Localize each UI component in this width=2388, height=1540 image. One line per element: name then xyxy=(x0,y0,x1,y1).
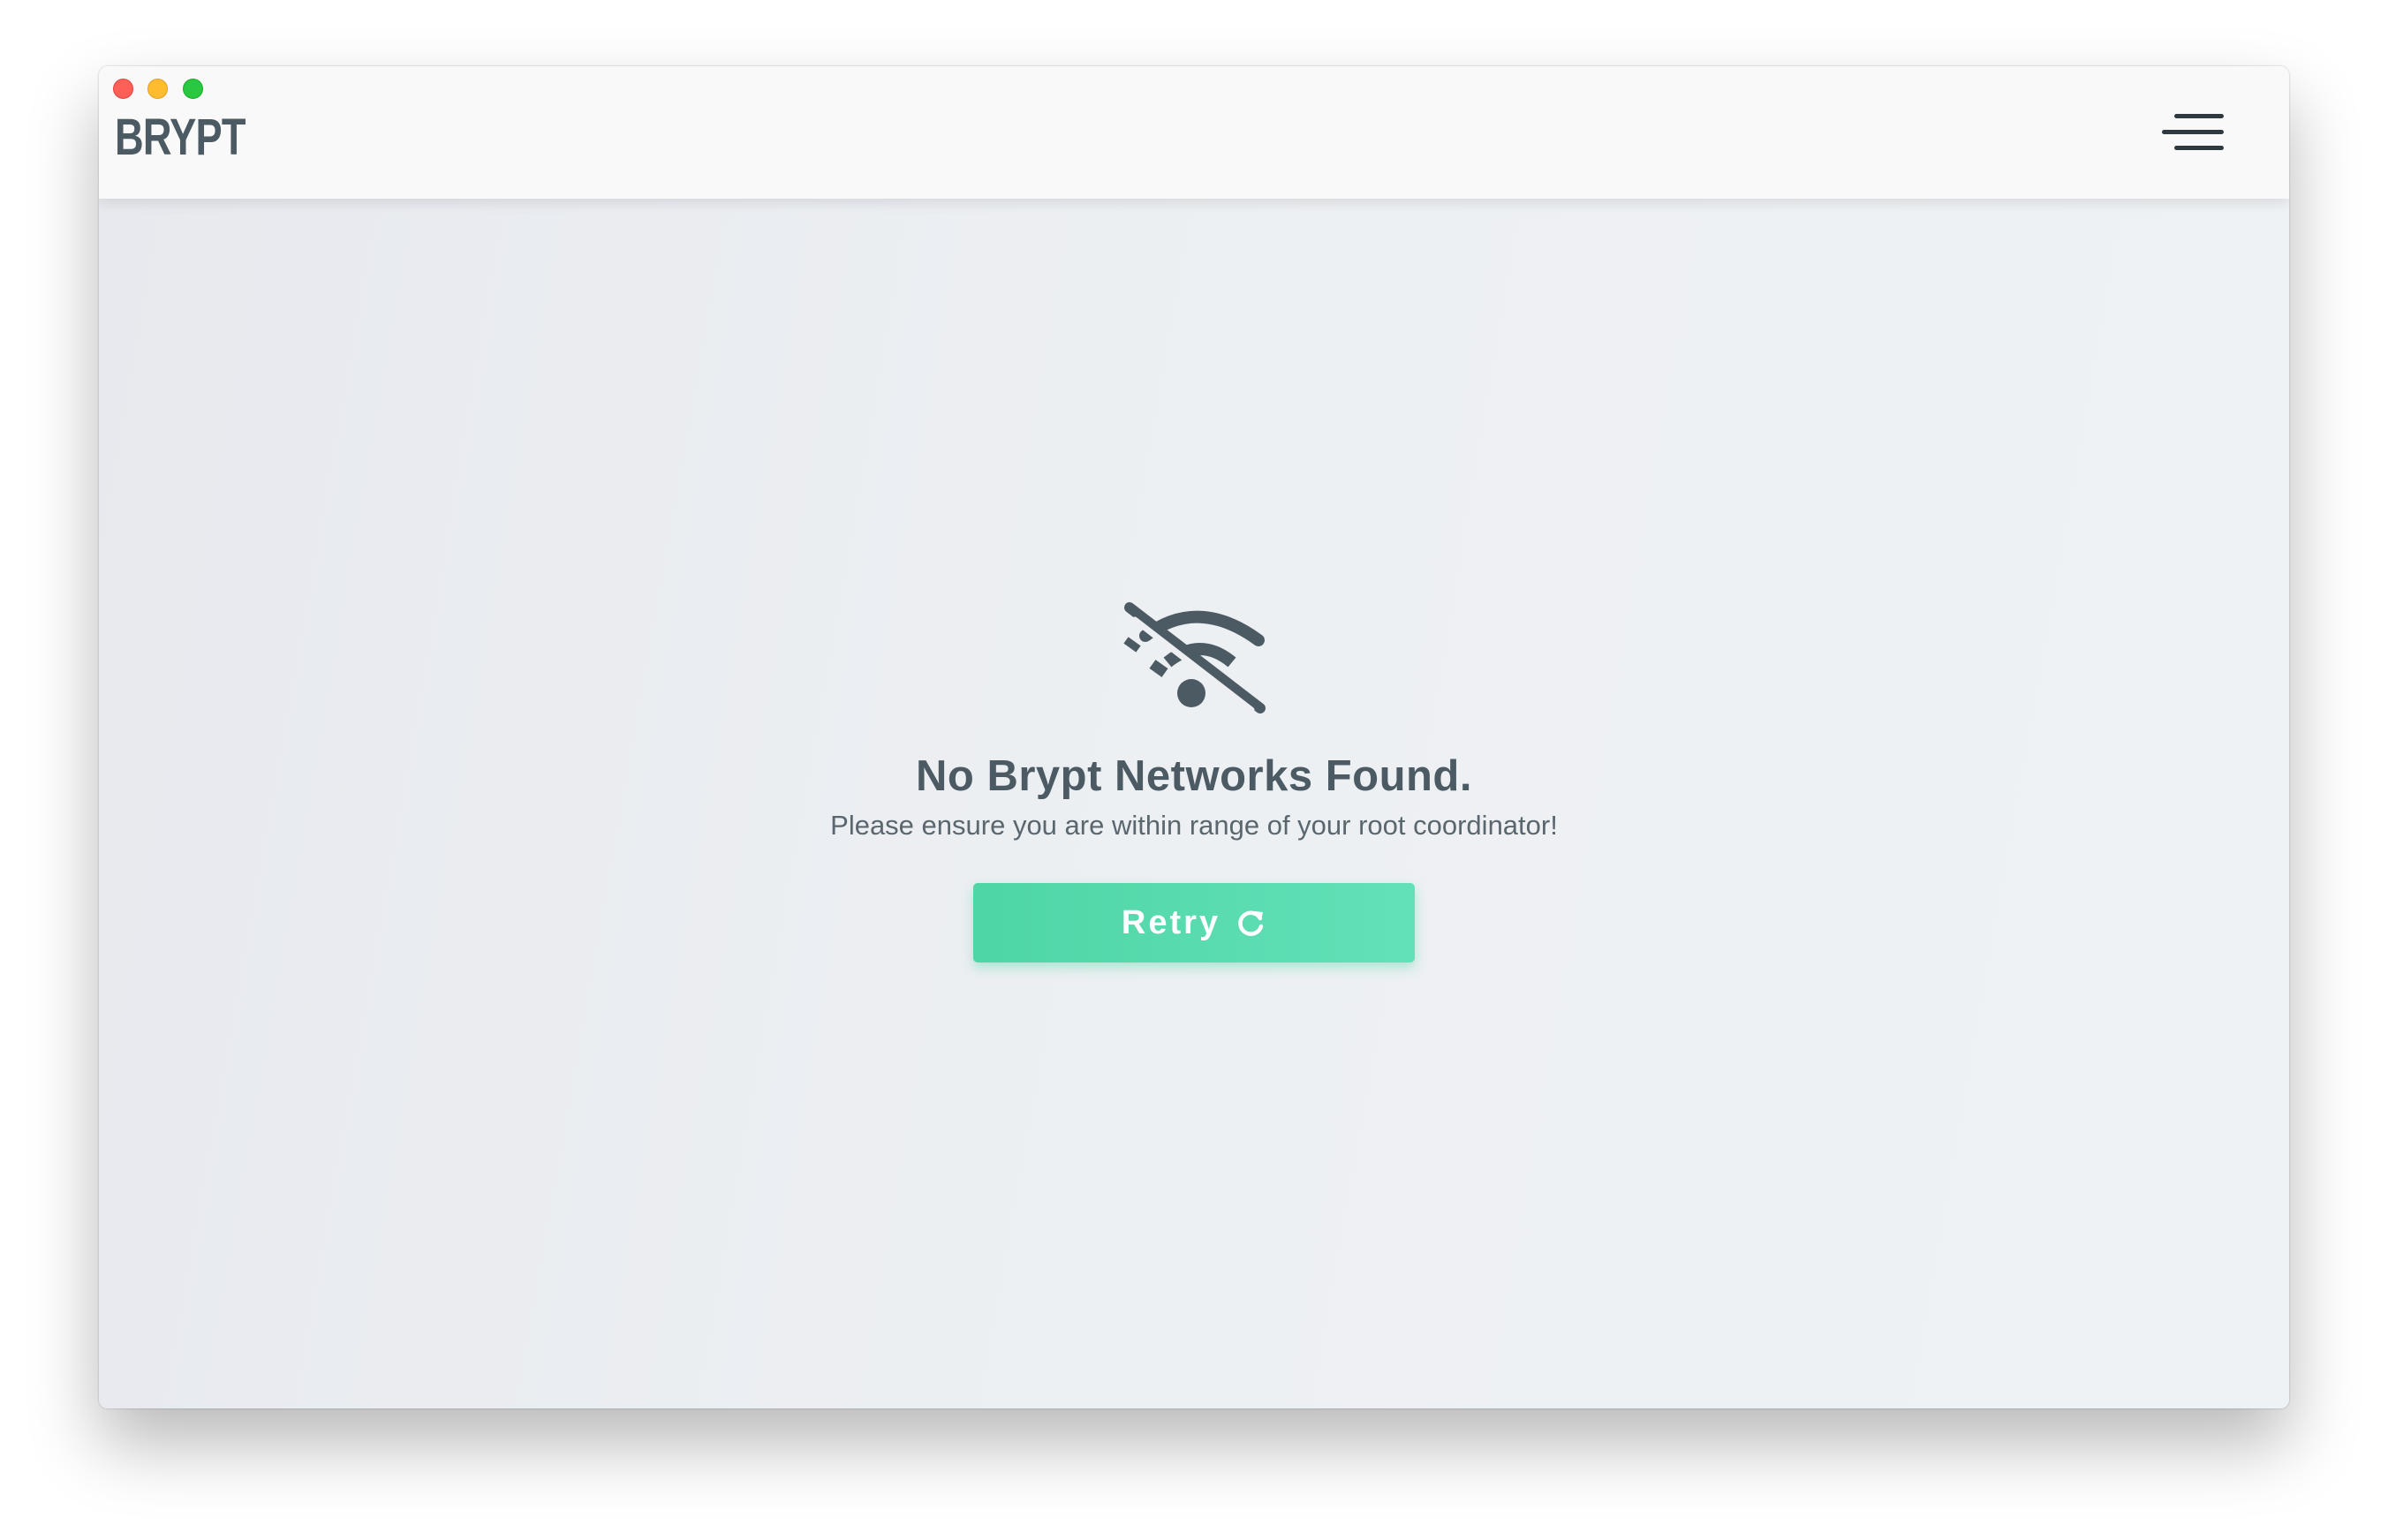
app-window: BRYPT No Brypt Networks Found. Please en… xyxy=(99,66,2289,1408)
wifi-off-icon xyxy=(1123,602,1266,713)
main-content: No Brypt Networks Found. Please ensure y… xyxy=(99,199,2289,1408)
refresh-icon xyxy=(1238,910,1264,936)
menu-line-middle xyxy=(2162,130,2224,134)
empty-state-message: Please ensure you are within range of yo… xyxy=(830,810,1558,841)
app-logo: BRYPT xyxy=(115,109,246,166)
window-zoom-button[interactable] xyxy=(183,79,203,99)
menu-line-top xyxy=(2174,114,2224,118)
empty-state-title: No Brypt Networks Found. xyxy=(916,752,1472,800)
retry-button[interactable]: Retry xyxy=(973,883,1415,962)
retry-button-label: Retry xyxy=(1121,903,1221,941)
menu-line-bottom xyxy=(2174,146,2224,150)
hamburger-menu-icon[interactable] xyxy=(2162,107,2226,156)
window-minimize-button[interactable] xyxy=(147,79,168,99)
header-bar: BRYPT xyxy=(99,66,2289,199)
window-close-button[interactable] xyxy=(113,79,133,99)
